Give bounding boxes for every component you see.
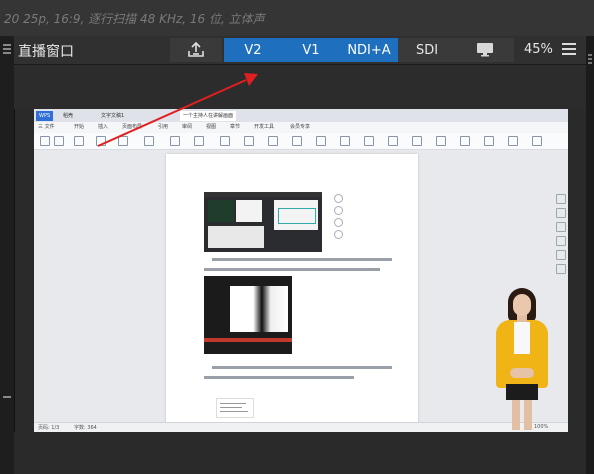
upload-icon xyxy=(188,41,204,57)
live-preview[interactable]: WPS 稻壳 文字文稿1 一个主持人在讲解画面 三 文件 开始 插入 页面布局 … xyxy=(34,109,568,432)
output-v2-button[interactable]: V2 xyxy=(224,38,283,62)
wps-menu-item: 视图 xyxy=(206,124,217,130)
embedded-screenshot xyxy=(204,276,292,354)
right-panel-strip xyxy=(586,36,594,474)
right-strip-mark xyxy=(588,58,592,60)
output-v1-button[interactable]: V1 xyxy=(282,38,341,62)
wps-menu-item: 章节 xyxy=(230,124,241,130)
doc-side-tool xyxy=(334,218,343,227)
wps-tab-bar: WPS 稻壳 文字文稿1 一个主持人在讲解画面 xyxy=(34,109,568,122)
monitor-button[interactable] xyxy=(456,38,514,62)
doc-side-tool xyxy=(334,230,343,239)
live-window-title: 直播窗口 xyxy=(18,44,74,60)
embedded-screenshot xyxy=(204,192,322,252)
preview-bottom-area xyxy=(14,432,586,474)
document-page xyxy=(166,154,418,424)
output-ndi-button[interactable]: NDI+A xyxy=(340,38,399,62)
text-line xyxy=(204,268,380,271)
left-strip-mark xyxy=(3,52,11,54)
live-window-toolbar: 直播窗口 V2 V1 NDI+A SDI 45% xyxy=(14,36,586,65)
wps-tab: 文字文稿1 xyxy=(101,113,125,119)
wps-menu-item: 三 文件 xyxy=(38,124,55,130)
wps-menu-bar: 三 文件 开始 插入 页面布局 引用 审阅 视图 章节 开发工具 会员专享 xyxy=(34,122,568,133)
left-strip-mark xyxy=(3,396,11,398)
wps-menu-item: 会员专享 xyxy=(290,124,311,130)
format-info-text: 20 25p, 16:9, 逐行扫描 48 KHz, 16 位, 立体声 xyxy=(4,11,265,26)
left-strip-mark xyxy=(3,44,11,46)
status-words: 字数: 364 xyxy=(74,425,97,431)
monitor-icon xyxy=(477,43,493,57)
wps-menu-item: 页面布局 xyxy=(122,124,143,130)
wps-ribbon xyxy=(34,133,568,150)
menu-icon[interactable] xyxy=(562,43,576,58)
wps-tab: 一个主持人在讲解画面 xyxy=(180,111,237,121)
wps-tab: 稻壳 xyxy=(63,113,74,119)
preview-top-area xyxy=(14,65,586,109)
doc-side-tool xyxy=(334,194,343,203)
text-line xyxy=(212,258,392,261)
output-sdi-button[interactable]: SDI xyxy=(398,38,456,62)
left-panel-strip xyxy=(0,36,15,474)
right-strip-mark xyxy=(588,54,592,56)
text-line xyxy=(204,376,354,379)
right-strip-mark xyxy=(588,62,592,64)
status-page: 页码: 1/3 xyxy=(38,425,60,431)
wps-menu-item: 开始 xyxy=(74,124,85,130)
wps-tab: WPS xyxy=(36,111,54,121)
wps-menu-item: 引用 xyxy=(158,124,169,130)
wps-menu-item: 开发工具 xyxy=(254,124,275,130)
left-strip-mark xyxy=(3,48,11,50)
upload-button[interactable] xyxy=(170,38,222,62)
wps-menu-item: 审阅 xyxy=(182,124,193,130)
virtual-presenter xyxy=(486,284,558,432)
embedded-screenshot xyxy=(216,398,254,418)
doc-side-tool xyxy=(334,206,343,215)
format-info-bar: 20 25p, 16:9, 逐行扫描 48 KHz, 16 位, 立体声 xyxy=(0,0,594,37)
wps-menu-item: 插入 xyxy=(98,124,109,130)
zoom-level[interactable]: 45% xyxy=(524,42,553,57)
text-line xyxy=(212,366,392,369)
